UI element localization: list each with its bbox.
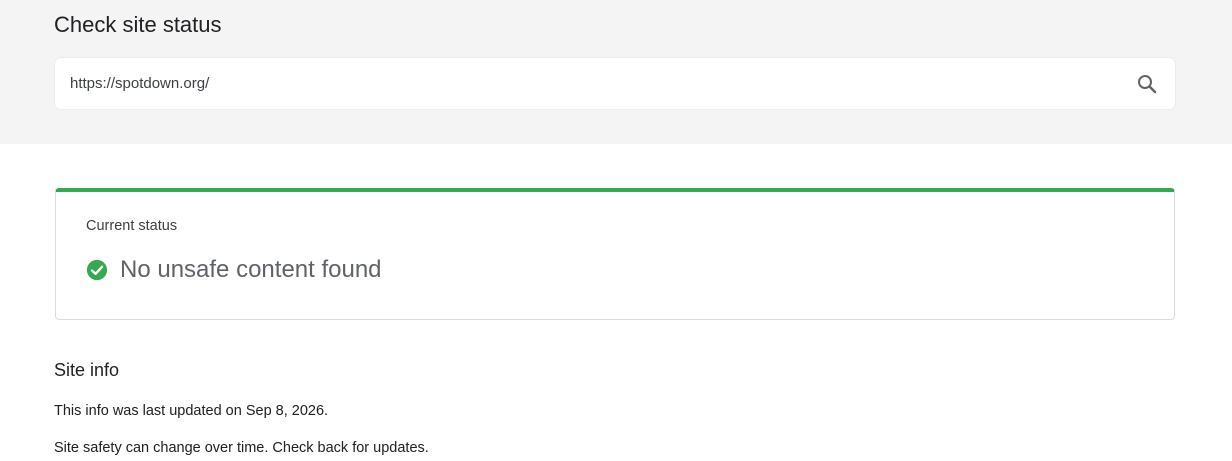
site-info-heading: Site info — [54, 360, 120, 380]
page-title: Check site status — [54, 12, 222, 37]
status-text: No unsafe content found — [120, 256, 382, 283]
search-box[interactable] — [55, 58, 1175, 109]
safety-note-text: Site safety can change over time. Check … — [54, 440, 429, 456]
last-updated-text: This info was last updated on Sep 8, 202… — [54, 403, 329, 419]
search-icon[interactable] — [1135, 72, 1159, 96]
status-label: Current status — [86, 218, 178, 234]
search-input[interactable] — [70, 58, 1110, 109]
status-row: No unsafe content found — [86, 256, 382, 284]
check-circle-icon — [86, 259, 108, 281]
status-card: Current status No unsafe content found — [55, 188, 1175, 320]
search-header-band: Check site status — [0, 0, 1232, 144]
